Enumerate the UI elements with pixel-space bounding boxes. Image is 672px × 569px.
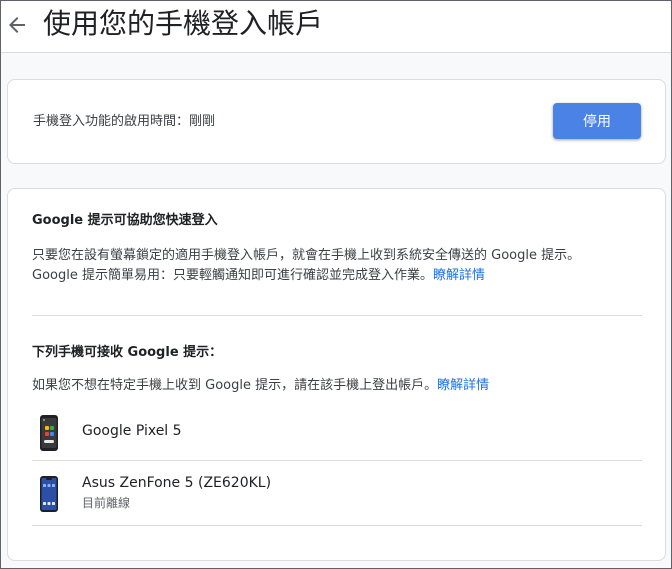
pixel-phone-icon: [40, 415, 58, 451]
enabled-time-text: 手機登入功能的啟用時間：剛剛: [33, 114, 216, 129]
zenfone-phone-icon: [40, 476, 58, 512]
status-card: 手機登入功能的啟用時間：剛剛 停用: [7, 79, 666, 164]
device-divider: [32, 525, 642, 526]
device-name: Google Pixel 5: [82, 423, 182, 439]
section-divider: [32, 315, 642, 316]
devices-section-title: 下列手機可接收 Google 提示：: [32, 345, 223, 360]
device-divider: [32, 460, 642, 461]
device-status: 目前離線: [82, 496, 131, 510]
devices-description-text: 如果您不想在特定手機上收到 Google 提示，請在該手機上登出帳戶。: [32, 378, 438, 393]
disable-button[interactable]: 停用: [553, 103, 641, 139]
devices-description: 如果您不想在特定手機上收到 Google 提示，請在該手機上登出帳戶。瞭解詳情: [32, 376, 489, 396]
prompt-description-line1: 只要您在設有螢幕鎖定的適用手機登入帳戶，就會在手機上收到系統安全傳送的 Goog…: [32, 248, 581, 263]
learn-more-link[interactable]: 瞭解詳情: [433, 268, 485, 283]
arrow-back-icon[interactable]: [5, 13, 29, 37]
google-prompt-card: Google 提示可協助您快速登入 只要您在設有螢幕鎖定的適用手機登入帳戶，就會…: [7, 188, 666, 561]
page-title: 使用您的手機登入帳戶: [43, 7, 324, 40]
devices-learn-more-link[interactable]: 瞭解詳情: [437, 378, 489, 393]
main-content: 手機登入功能的啟用時間：剛剛 停用 Google 提示可協助您快速登入 只要您在…: [1, 53, 671, 568]
prompt-description-line2: Google 提示簡單易用：只要輕觸通知即可進行確認並完成登入作業。瞭解詳情: [32, 266, 485, 286]
page-header: 使用您的手機登入帳戶: [1, 1, 671, 53]
device-item-zenfone-5: Asus ZenFone 5 (ZE620KL) 目前離線: [32, 465, 642, 525]
prompt-section-title: Google 提示可協助您快速登入: [32, 213, 218, 228]
app-window: 使用您的手機登入帳戶 手機登入功能的啟用時間：剛剛 停用 Google 提示可協…: [0, 0, 672, 569]
prompt-description-text: Google 提示簡單易用：只要輕觸通知即可進行確認並完成登入作業。: [32, 268, 433, 283]
device-item-pixel-5: Google Pixel 5: [32, 400, 642, 460]
device-name: Asus ZenFone 5 (ZE620KL): [82, 475, 272, 491]
